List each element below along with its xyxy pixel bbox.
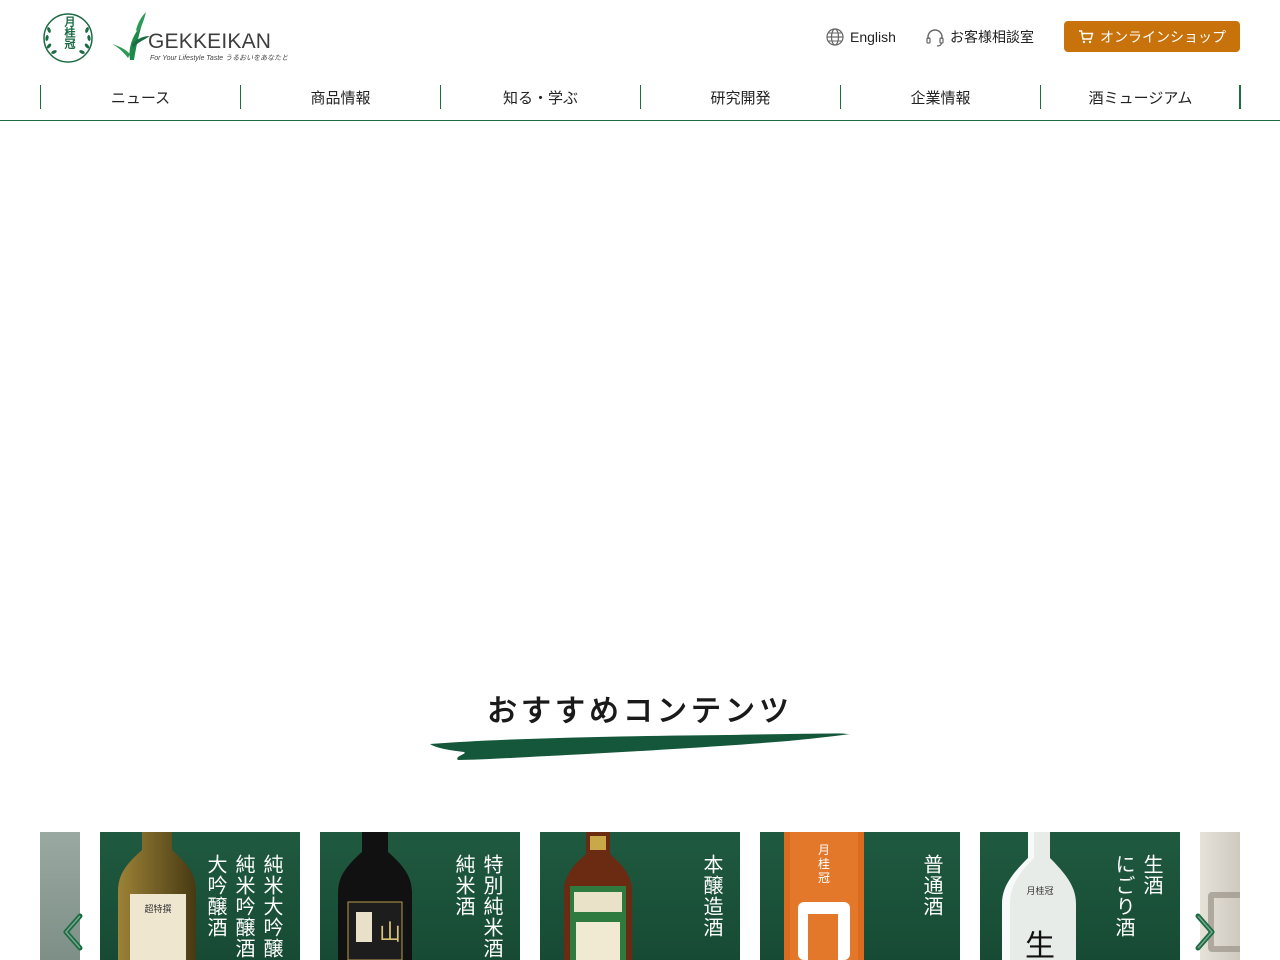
cart-icon — [1079, 29, 1094, 43]
global-nav: ニュース 商品情報 知る・学ぶ 研究開発 企業情報 酒ミュージアム — [40, 85, 1240, 109]
shop-label: オンラインショップ — [1100, 28, 1226, 45]
daiginjo-bottle-icon: 超特撰 — [118, 832, 196, 960]
gekkeikan-brand-logo[interactable]: GEKKEIKAN For Your Lifestyle Taste うるおいを… — [112, 10, 288, 64]
support-label: お客様相談室 — [950, 29, 1034, 45]
brush-stroke-decoration — [430, 733, 850, 760]
site-header: 月桂冠 GEKKEIKAN For Your Lifestyle Taste う… — [0, 0, 1280, 75]
brand-wordmark: GEKKEIKAN — [148, 30, 272, 53]
card-label: 純米大吟醸 純米吟醸酒 大吟醸酒 — [204, 854, 284, 959]
nav-item-company[interactable]: 企業情報 — [840, 85, 1040, 109]
globe-icon — [826, 28, 844, 46]
card-daiginjo[interactable]: 超特撰 純米大吟醸 純米吟醸酒 大吟醸酒 — [100, 832, 300, 960]
svg-text:冠: 冠 — [818, 871, 830, 885]
card-futsu[interactable]: 月 桂 冠 普通酒 — [760, 832, 960, 960]
nav-item-learn[interactable]: 知る・学ぶ — [440, 85, 640, 109]
svg-text:生: 生 — [1025, 929, 1055, 960]
chevron-right-icon[interactable] — [1190, 912, 1218, 952]
nav-item-news[interactable]: ニュース — [40, 85, 240, 109]
card-label: 特別純米酒 純米酒 — [452, 854, 504, 959]
card-honjozo[interactable]: 本醸造酒 — [540, 832, 740, 960]
brand-tagline: For Your Lifestyle Taste うるおいをあなたと — [150, 55, 289, 62]
card-label: 本醸造酒 — [700, 854, 724, 938]
hero-area — [0, 121, 1280, 681]
online-shop-button[interactable]: オンラインショップ — [1064, 21, 1240, 52]
emblem-text: 月桂冠 — [63, 16, 76, 49]
nav-item-products[interactable]: 商品情報 — [240, 85, 440, 109]
nav-divider-end — [1239, 85, 1241, 109]
nav-item-sake-museum[interactable]: 酒ミュージアム — [1040, 85, 1240, 109]
card-junmai[interactable]: 山 特別純米酒 純米酒 — [320, 832, 520, 960]
gekkeikan-emblem-logo[interactable]: 月桂冠 — [40, 12, 96, 64]
namazake-bottle-icon: 月桂冠 生 — [1002, 832, 1076, 960]
english-label: English — [850, 29, 896, 45]
section-title: おすすめコンテンツ — [487, 694, 793, 729]
honjozo-bottle-icon — [564, 832, 632, 960]
nav-item-research[interactable]: 研究開発 — [640, 85, 840, 109]
card-label: 生酒 にごり酒 — [1112, 854, 1164, 938]
svg-text:山: 山 — [379, 921, 401, 946]
headset-icon — [926, 29, 944, 47]
junmai-bottle-icon: 山 — [338, 832, 412, 960]
english-link[interactable]: English — [825, 21, 896, 53]
svg-text:月: 月 — [818, 843, 830, 857]
card-namazake[interactable]: 月桂冠 生 生酒 にごり酒 — [980, 832, 1180, 960]
leaf-logo-icon — [112, 12, 150, 60]
card-label: 普通酒 — [920, 854, 944, 917]
chevron-left-icon[interactable] — [60, 912, 88, 952]
customer-support-link[interactable]: お客様相談室 — [925, 21, 1034, 53]
recommend-carousel: 超特撰 純米大吟醸 純米吟醸酒 大吟醸酒 山 特別純米酒 純米酒 本醸造酒 月 — [40, 832, 1240, 960]
svg-text:超特撰: 超特撰 — [144, 903, 171, 915]
futsu-pack-icon: 月 桂 冠 — [784, 832, 864, 960]
svg-text:月桂冠: 月桂冠 — [1026, 885, 1053, 897]
svg-text:桂: 桂 — [818, 856, 830, 871]
